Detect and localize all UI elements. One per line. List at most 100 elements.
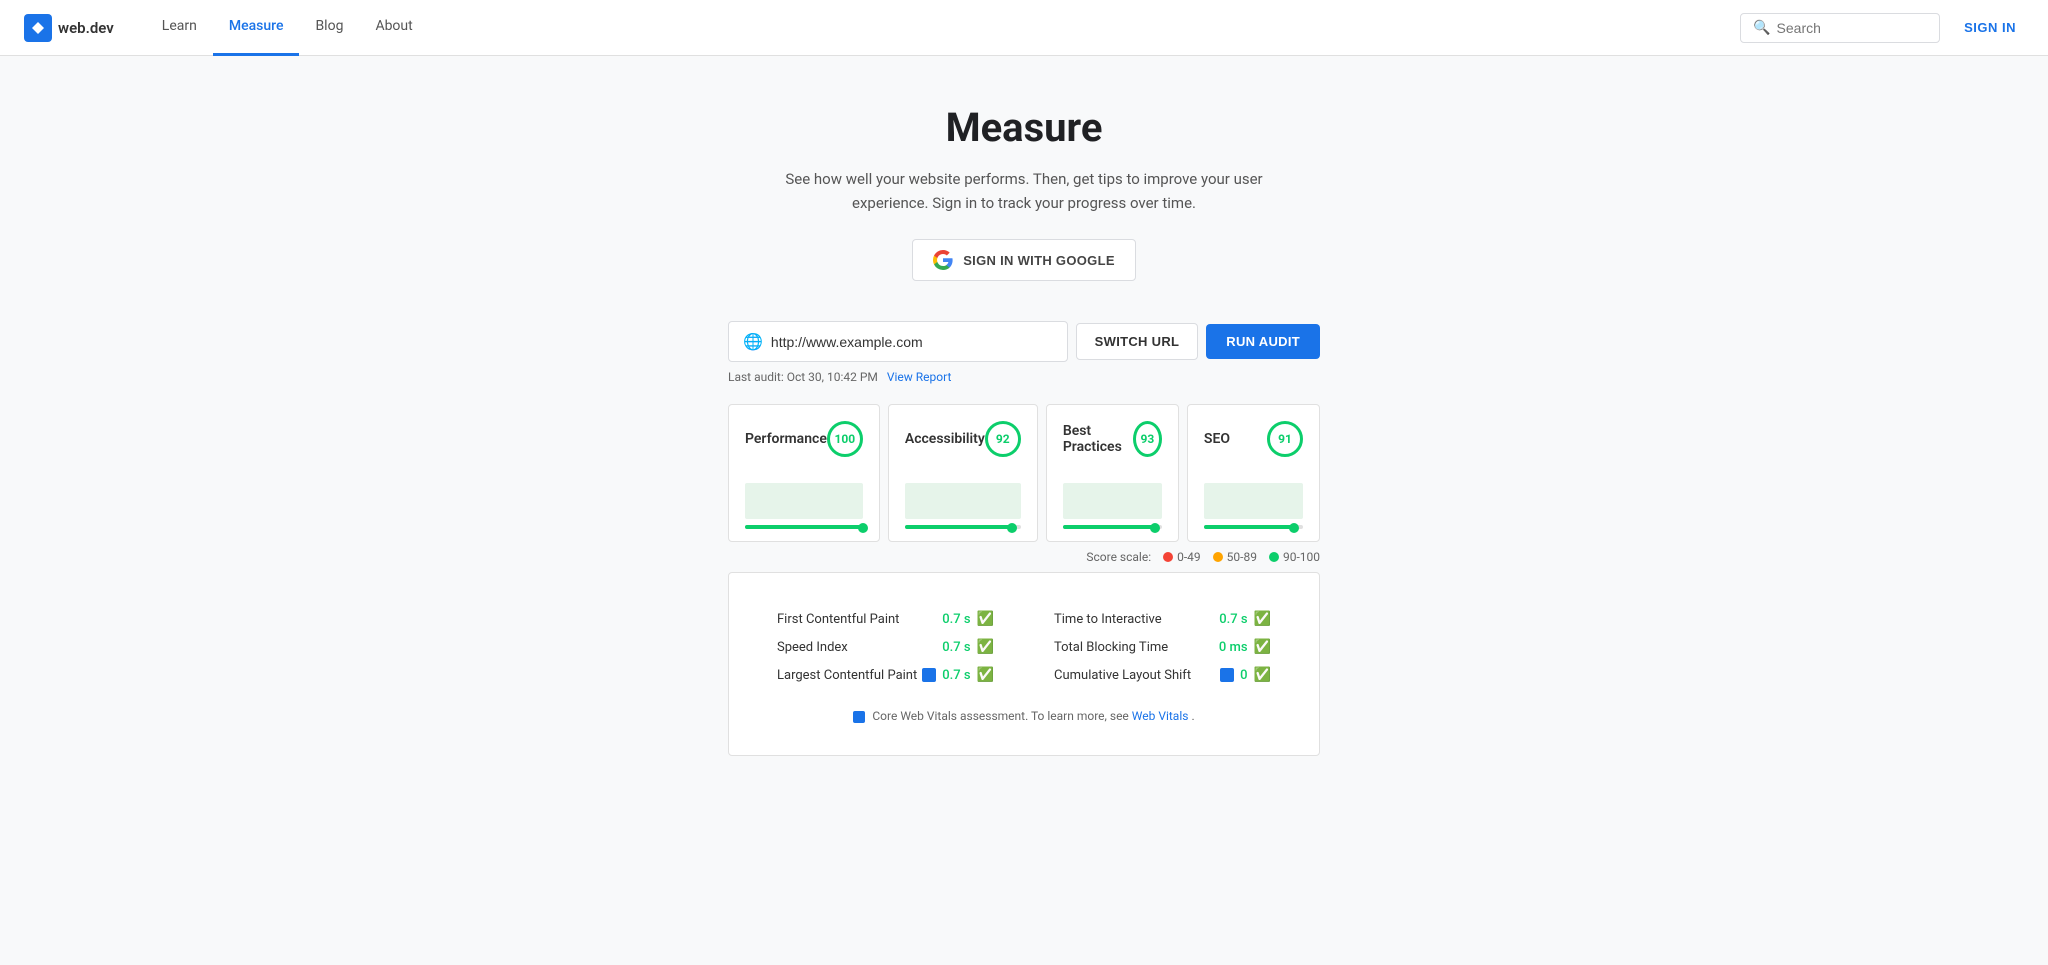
nav-item-about[interactable]: About: [359, 0, 428, 56]
metric-name: Speed Index: [777, 640, 848, 655]
scale-label-low: 0-49: [1177, 550, 1201, 564]
score-bar-bg: [745, 483, 863, 519]
metric-row: Largest Contentful Paint 0.7 s ✅: [777, 661, 994, 689]
nav-item-measure[interactable]: Measure: [213, 0, 300, 56]
metric-value-wrap: 0.7 s ✅: [942, 611, 994, 627]
nav-links: Learn Measure Blog About: [146, 0, 1740, 56]
score-bar-bg: [905, 483, 1021, 519]
score-card-header: Best Practices 93: [1063, 421, 1162, 457]
globe-icon: 🌐: [743, 332, 763, 351]
logo-icon: [24, 14, 52, 42]
navbar: web.dev Learn Measure Blog About 🔍 SIGN …: [0, 0, 2048, 56]
metric-check-icon: ✅: [1254, 639, 1271, 655]
metric-row: First Contentful Paint 0.7 s ✅: [777, 605, 994, 633]
score-bar-bg: [1204, 483, 1303, 519]
scale-label-mid: 50-89: [1227, 550, 1257, 564]
score-gauge-track: [745, 525, 863, 529]
page-header: Measure See how well your website perfor…: [728, 104, 1320, 281]
search-icon: 🔍: [1753, 20, 1770, 36]
score-gauge-fill: [905, 525, 1012, 529]
metric-value: 0.7 s: [942, 612, 970, 627]
search-input[interactable]: [1777, 20, 1928, 36]
logo[interactable]: web.dev: [24, 14, 114, 42]
metric-check-icon: ✅: [977, 667, 994, 683]
url-input-row: 🌐 SWITCH URL RUN AUDIT: [728, 321, 1320, 362]
google-signin-label: SIGN IN WITH GOOGLE: [963, 253, 1115, 268]
metric-value-wrap: 0 ✅: [1220, 667, 1271, 683]
score-circle: 93: [1133, 421, 1162, 457]
search-box[interactable]: 🔍: [1740, 13, 1940, 43]
metric-check-icon: ✅: [977, 611, 994, 627]
scale-dot-mid: [1213, 552, 1223, 562]
core-vitals-badge-icon: [853, 711, 865, 723]
scale-item-high: 90-100: [1269, 550, 1320, 564]
metrics-left-col: First Contentful Paint 0.7 s ✅ Speed Ind…: [777, 605, 994, 689]
score-gauge-thumb: [1007, 523, 1017, 533]
metric-name: First Contentful Paint: [777, 612, 899, 627]
nav-item-blog[interactable]: Blog: [299, 0, 359, 56]
score-gauge-fill: [1063, 525, 1155, 529]
score-card-accessibility: Accessibility 92: [888, 404, 1038, 542]
score-label: Performance: [745, 431, 827, 447]
core-vitals-text: Core Web Vitals assessment. To learn mor…: [872, 709, 1131, 723]
view-report-link[interactable]: View Report: [887, 370, 952, 384]
scale-item-mid: 50-89: [1213, 550, 1257, 564]
scale-label-high: 90-100: [1283, 550, 1320, 564]
score-card-header: Accessibility 92: [905, 421, 1021, 457]
google-signin-button[interactable]: SIGN IN WITH GOOGLE: [912, 239, 1136, 281]
url-section: 🌐 SWITCH URL RUN AUDIT Last audit: Oct 3…: [728, 321, 1320, 384]
google-logo-icon: [933, 250, 953, 270]
page-title: Measure: [728, 104, 1320, 151]
score-gauge-area: [1204, 469, 1303, 529]
main-content: Measure See how well your website perfor…: [0, 56, 2048, 804]
metric-check-icon: ✅: [977, 639, 994, 655]
score-gauge-track: [905, 525, 1021, 529]
metric-row: Time to Interactive 0.7 s ✅: [1054, 605, 1271, 633]
switch-url-button[interactable]: SWITCH URL: [1076, 323, 1199, 360]
scale-dot-low: [1163, 552, 1173, 562]
web-vitals-link[interactable]: Web Vitals: [1132, 709, 1189, 723]
url-input[interactable]: [771, 334, 1053, 350]
metric-value: 0.7 s: [942, 668, 970, 683]
sign-in-button[interactable]: SIGN IN: [1956, 12, 2024, 43]
last-audit-label: Last audit: Oct 30, 10:42 PM: [728, 370, 878, 384]
score-scale-label: Score scale:: [1086, 550, 1151, 564]
score-label: Accessibility: [905, 431, 985, 447]
run-audit-button[interactable]: RUN AUDIT: [1206, 324, 1320, 359]
score-gauge-thumb: [1289, 523, 1299, 533]
metric-value-wrap: 0.7 s ✅: [922, 667, 994, 683]
metric-badge-icon: [922, 668, 936, 682]
metric-value-wrap: 0.7 s ✅: [942, 639, 994, 655]
page-subtitle: See how well your website performs. Then…: [764, 167, 1284, 215]
score-label: SEO: [1204, 431, 1230, 447]
metrics-right-col: Time to Interactive 0.7 s ✅ Total Blocki…: [1054, 605, 1271, 689]
score-label: Best Practices: [1063, 423, 1133, 455]
metric-value: 0.7 s: [942, 640, 970, 655]
score-card-header: SEO 91: [1204, 421, 1303, 457]
nav-item-learn[interactable]: Learn: [146, 0, 213, 56]
score-circle: 100: [827, 421, 863, 457]
score-gauge-area: [1063, 469, 1162, 529]
metric-badge-icon: [1220, 668, 1234, 682]
metric-name: Cumulative Layout Shift: [1054, 668, 1191, 683]
metrics-grid: First Contentful Paint 0.7 s ✅ Speed Ind…: [777, 605, 1271, 689]
core-vitals-note: Core Web Vitals assessment. To learn mor…: [777, 709, 1271, 723]
score-gauge-thumb: [1150, 523, 1160, 533]
score-bar-bg: [1063, 483, 1162, 519]
navbar-right: 🔍 SIGN IN: [1740, 12, 2024, 43]
metric-value: 0 ms: [1219, 640, 1248, 655]
metric-check-icon: ✅: [1254, 667, 1271, 683]
score-circle: 92: [985, 421, 1021, 457]
last-audit-text: Last audit: Oct 30, 10:42 PM View Report: [728, 370, 1320, 384]
metric-row: Total Blocking Time 0 ms ✅: [1054, 633, 1271, 661]
metric-name: Total Blocking Time: [1054, 640, 1168, 655]
score-gauge-area: [905, 469, 1021, 529]
metric-name: Time to Interactive: [1054, 612, 1162, 627]
score-cards: Performance 100 Accessibility 92 Best Pr…: [728, 404, 1320, 542]
logo-text: web.dev: [58, 19, 114, 37]
score-gauge-fill: [745, 525, 863, 529]
url-input-wrapper[interactable]: 🌐: [728, 321, 1068, 362]
scale-item-low: 0-49: [1163, 550, 1201, 564]
metric-value: 0.7 s: [1219, 612, 1247, 627]
metric-name: Largest Contentful Paint: [777, 668, 917, 683]
